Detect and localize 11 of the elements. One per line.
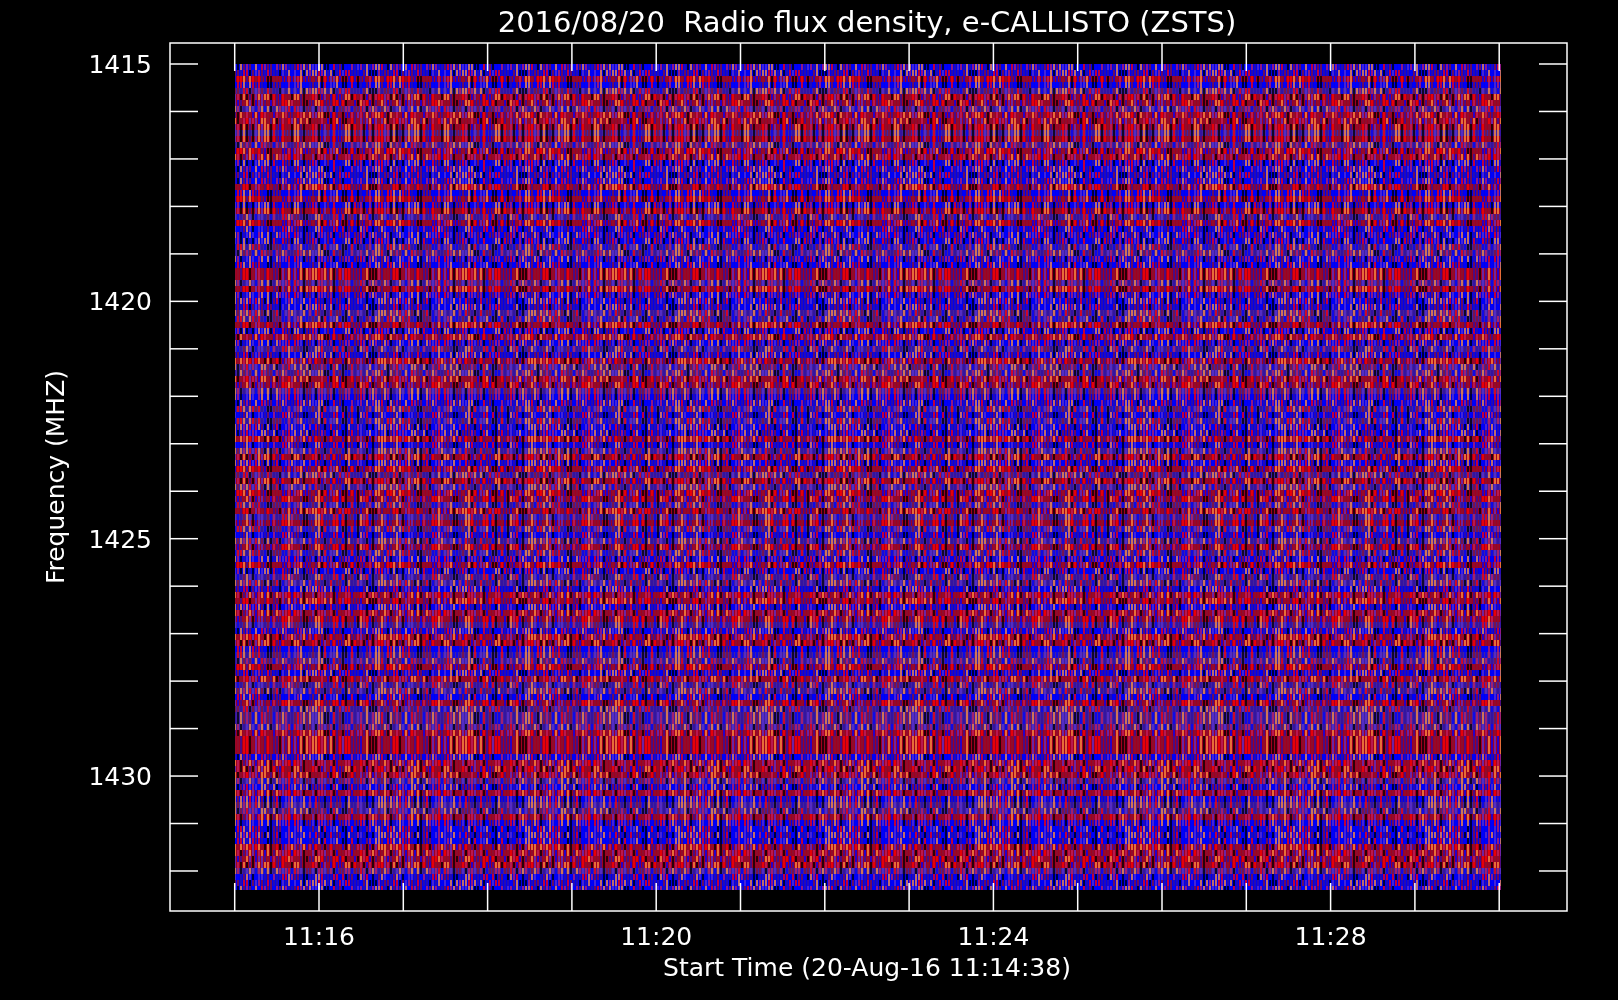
y-tick-label: 1420 <box>88 287 152 317</box>
x-tick-label: 11:20 <box>620 922 693 951</box>
chart-title: 2016/08/20 Radio flux density, e-CALLISTO (ZSTS) <box>497 5 1237 39</box>
x-tick-label: 11:16 <box>283 922 355 951</box>
x-tick-label: 11:24 <box>957 922 1030 951</box>
y-tick-label: 1415 <box>88 50 152 79</box>
x-axis-label: Start Time (20-Aug-16 11:14:38) <box>663 953 1071 982</box>
y-axis-label: Frequency (MHZ) <box>41 369 70 585</box>
x-tick-label: 11:28 <box>1294 922 1367 951</box>
y-tick-label: 1430 <box>88 762 152 792</box>
y-tick-label: 1425 <box>88 524 152 554</box>
